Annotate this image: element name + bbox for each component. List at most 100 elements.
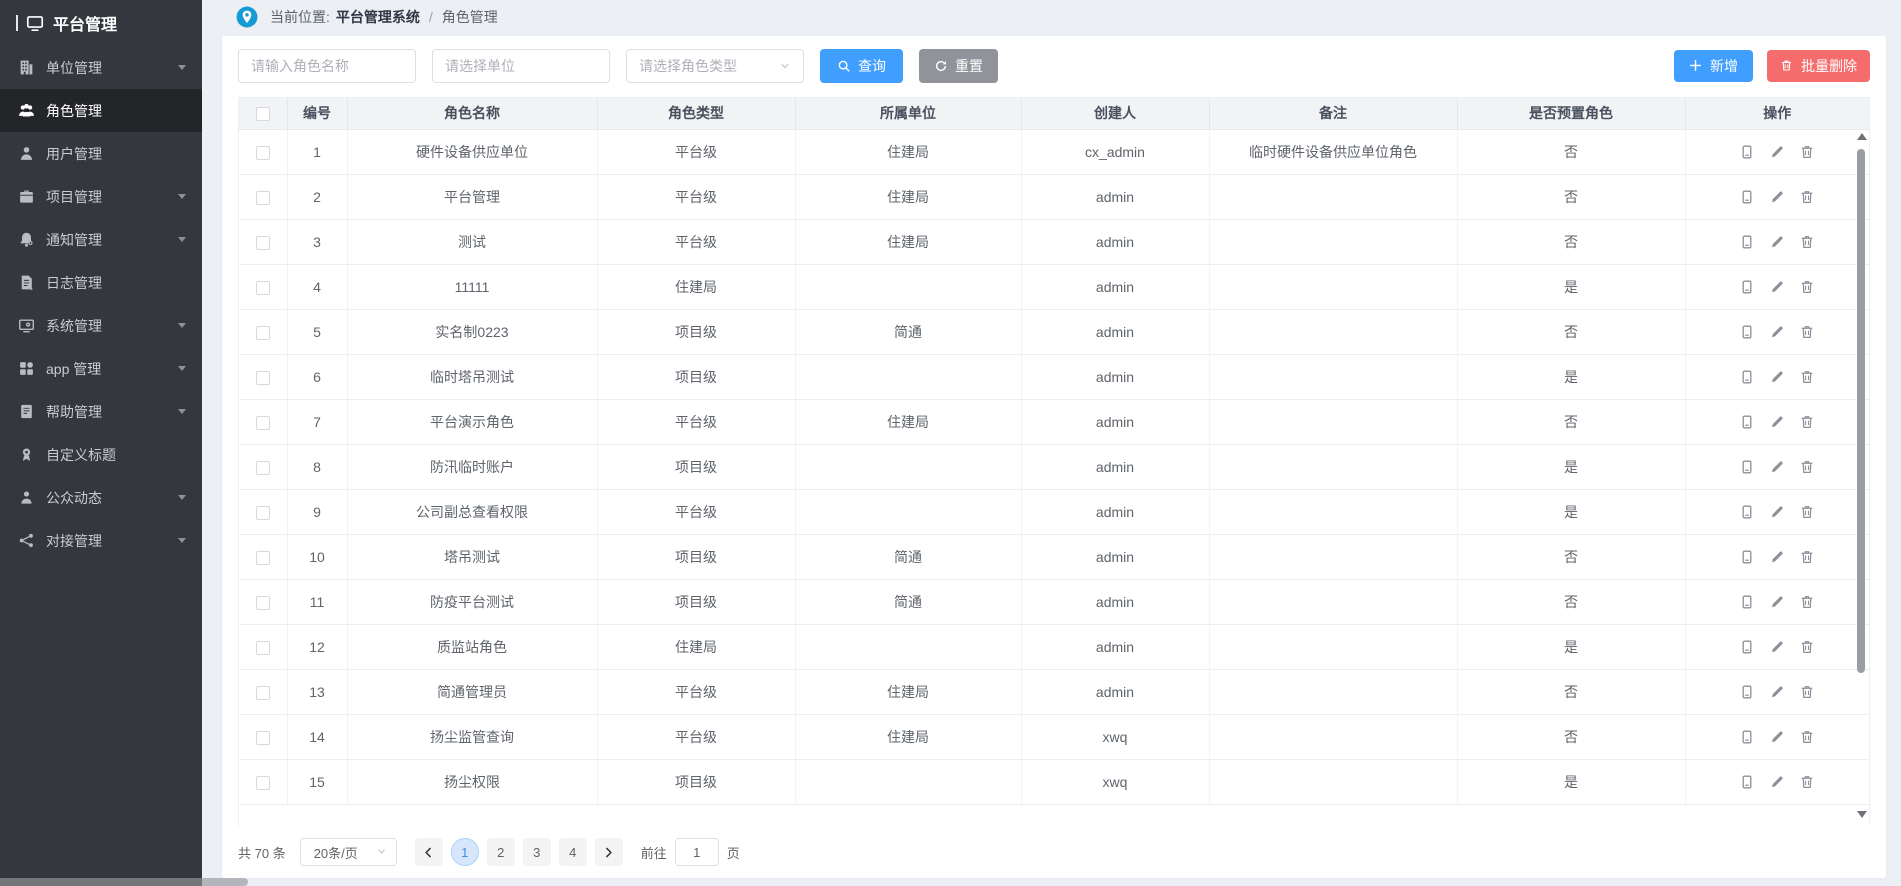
detail-button[interactable]: [1739, 279, 1755, 295]
delete-button[interactable]: [1799, 459, 1815, 475]
batch-delete-button[interactable]: 批量删除: [1767, 50, 1870, 82]
breadcrumb-root[interactable]: 平台管理系统: [336, 7, 420, 27]
row-checkbox[interactable]: [256, 146, 270, 160]
row-checkbox[interactable]: [256, 596, 270, 610]
sidebar-item-role-mgmt[interactable]: 角色管理: [0, 89, 202, 132]
delete-button[interactable]: [1799, 774, 1815, 790]
sidebar-item-help-mgmt[interactable]: 帮助管理: [0, 390, 202, 433]
edit-button[interactable]: [1769, 774, 1785, 790]
role-name-input[interactable]: [238, 49, 416, 83]
sidebar-item-custom-title[interactable]: 自定义标题: [0, 433, 202, 476]
sidebar-item-user-mgmt[interactable]: 用户管理: [0, 132, 202, 175]
reset-button[interactable]: 重置: [919, 49, 998, 83]
horizontal-scrollbar[interactable]: [0, 878, 248, 886]
detail-button[interactable]: [1739, 459, 1755, 475]
vertical-scrollbar-thumb[interactable]: [1857, 149, 1865, 673]
row-checkbox[interactable]: [256, 371, 270, 385]
row-checkbox[interactable]: [256, 641, 270, 655]
delete-button[interactable]: [1799, 504, 1815, 520]
detail-button[interactable]: [1739, 684, 1755, 700]
edit-button[interactable]: [1769, 414, 1785, 430]
page-button-2[interactable]: 2: [487, 838, 515, 866]
edit-button[interactable]: [1769, 279, 1785, 295]
sidebar-item-public-activity[interactable]: 公众动态: [0, 476, 202, 519]
row-select-cell: [239, 264, 287, 309]
detail-button[interactable]: [1739, 144, 1755, 160]
delete-button[interactable]: [1799, 144, 1815, 160]
detail-button[interactable]: [1739, 189, 1755, 205]
edit-button[interactable]: [1769, 639, 1785, 655]
detail-button[interactable]: [1739, 234, 1755, 250]
goto-page-input[interactable]: [675, 838, 719, 866]
detail-button[interactable]: [1739, 324, 1755, 340]
delete-button[interactable]: [1799, 369, 1815, 385]
select-all-checkbox[interactable]: [256, 107, 270, 121]
sidebar-item-integration-mgmt[interactable]: 对接管理: [0, 519, 202, 562]
edit-button[interactable]: [1769, 189, 1785, 205]
delete-button[interactable]: [1799, 639, 1815, 655]
edit-button[interactable]: [1769, 684, 1785, 700]
sidebar-item-system-mgmt[interactable]: 系统管理: [0, 304, 202, 347]
sidebar-item-unit-mgmt[interactable]: 单位管理: [0, 46, 202, 89]
next-page-button[interactable]: [595, 838, 623, 866]
page-button-3[interactable]: 3: [523, 838, 551, 866]
row-checkbox[interactable]: [256, 326, 270, 340]
scroll-down-icon[interactable]: [1857, 811, 1867, 818]
sidebar-item-app-mgmt[interactable]: app 管理: [0, 347, 202, 390]
sidebar-item-notice-mgmt[interactable]: 通知管理: [0, 218, 202, 261]
row-checkbox[interactable]: [256, 686, 270, 700]
chevron-down-icon: [178, 323, 186, 328]
edit-button[interactable]: [1769, 369, 1785, 385]
delete-button[interactable]: [1799, 324, 1815, 340]
edit-button[interactable]: [1769, 234, 1785, 250]
cell-preset: 否: [1457, 399, 1685, 444]
detail-button[interactable]: [1739, 639, 1755, 655]
detail-button[interactable]: [1739, 594, 1755, 610]
page-size-select[interactable]: 20条/页: [300, 838, 397, 866]
detail-button[interactable]: [1739, 504, 1755, 520]
edit-button[interactable]: [1769, 729, 1785, 745]
edit-button[interactable]: [1769, 594, 1785, 610]
delete-button[interactable]: [1799, 189, 1815, 205]
row-checkbox[interactable]: [256, 236, 270, 250]
delete-button[interactable]: [1799, 594, 1815, 610]
add-button[interactable]: 新增: [1674, 50, 1753, 82]
row-checkbox[interactable]: [256, 551, 270, 565]
horizontal-scrollbar-thumb-cap[interactable]: [202, 878, 248, 886]
row-checkbox[interactable]: [256, 281, 270, 295]
row-checkbox[interactable]: [256, 776, 270, 790]
chevron-down-icon: [178, 65, 186, 70]
detail-button[interactable]: [1739, 549, 1755, 565]
detail-button[interactable]: [1739, 369, 1755, 385]
edit-button[interactable]: [1769, 144, 1785, 160]
edit-button[interactable]: [1769, 324, 1785, 340]
page-button-4[interactable]: 4: [559, 838, 587, 866]
delete-button[interactable]: [1799, 549, 1815, 565]
delete-button[interactable]: [1799, 234, 1815, 250]
detail-button[interactable]: [1739, 729, 1755, 745]
row-checkbox[interactable]: [256, 731, 270, 745]
edit-button[interactable]: [1769, 459, 1785, 475]
delete-button[interactable]: [1799, 414, 1815, 430]
delete-button[interactable]: [1799, 729, 1815, 745]
row-checkbox[interactable]: [256, 416, 270, 430]
delete-button[interactable]: [1799, 279, 1815, 295]
edit-button[interactable]: [1769, 504, 1785, 520]
sidebar-item-log-mgmt[interactable]: 日志管理: [0, 261, 202, 304]
scroll-up-icon[interactable]: [1857, 133, 1867, 140]
cell-preset: 是: [1457, 444, 1685, 489]
detail-button[interactable]: [1739, 774, 1755, 790]
role-type-select[interactable]: 请选择角色类型: [626, 49, 804, 83]
delete-button[interactable]: [1799, 684, 1815, 700]
row-checkbox[interactable]: [256, 191, 270, 205]
edit-button[interactable]: [1769, 549, 1785, 565]
row-checkbox[interactable]: [256, 506, 270, 520]
detail-button[interactable]: [1739, 414, 1755, 430]
row-checkbox[interactable]: [256, 461, 270, 475]
prev-page-button[interactable]: [415, 838, 443, 866]
search-button[interactable]: 查询: [820, 49, 903, 83]
horizontal-scrollbar-thumb[interactable]: [0, 878, 202, 886]
unit-input[interactable]: [432, 49, 610, 83]
page-button-1[interactable]: 1: [451, 838, 479, 866]
sidebar-item-project-mgmt[interactable]: 项目管理: [0, 175, 202, 218]
